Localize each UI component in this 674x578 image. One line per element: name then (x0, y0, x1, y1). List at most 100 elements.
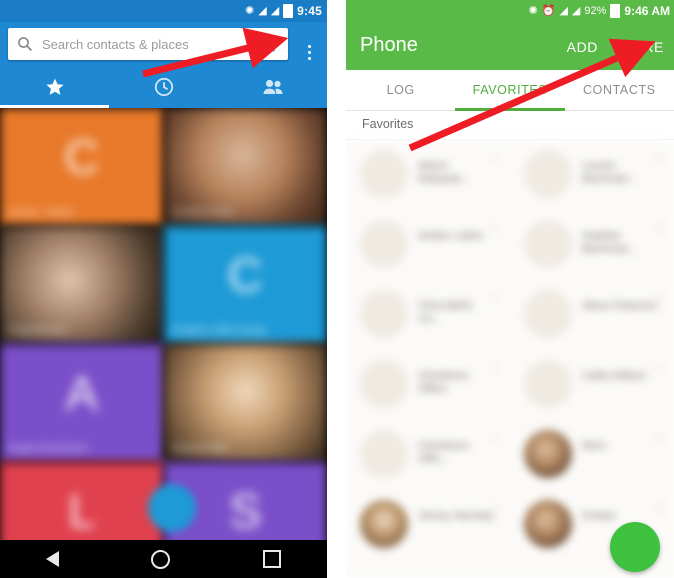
tile-caption: Christina Jones (171, 207, 234, 217)
contact-row: Chris Bell's Ce... ☆ Steve Peterson ☆ (346, 280, 674, 350)
search-icon[interactable] (8, 28, 42, 60)
bluetooth-icon: ✺ (528, 5, 538, 17)
contact-name: Kristen (582, 510, 617, 522)
right-phone-screen: ✺ ⏰ ◢ ◢ 92% 9:46 AM Phone ADD MORE LOG F… (346, 0, 674, 578)
contact-name: Steve Peterson (582, 300, 658, 312)
tile-letter: S (229, 485, 262, 539)
favorites-list: Alison Edwards... ☆ Lauren Bachman... ☆ … (346, 140, 674, 578)
add-button[interactable]: ADD (567, 39, 598, 55)
star-icon[interactable]: ☆ (654, 292, 664, 305)
right-tab-bar: LOG FAVORITES CONTACTS (346, 70, 674, 111)
list-item[interactable]: Christina's Offic... ☆ (346, 420, 510, 490)
avatar (524, 150, 572, 198)
more-button[interactable]: MORE (620, 39, 664, 55)
list-item[interactable]: Christina's Office ☆ (346, 350, 510, 420)
battery-icon (610, 4, 621, 18)
avatar (524, 360, 572, 408)
favorite-tile[interactable]: Amanda Miller (163, 344, 327, 462)
list-item[interactable]: Chris Bell's Ce... ☆ (346, 280, 510, 350)
tile-caption: Craig Morrison (8, 325, 68, 335)
left-phone-screen: ✺ ◢ ◢ 9:45 Search contacts & places C Ca… (0, 0, 327, 578)
tile-letter: C (227, 249, 263, 303)
list-item[interactable]: Cathy Wilson ☆ (510, 350, 674, 420)
tab-recents[interactable] (109, 66, 218, 108)
favorites-section-header: Favorites (346, 111, 674, 140)
left-status-bar: ✺ ◢ ◢ 9:45 (0, 0, 327, 22)
star-icon[interactable]: ☆ (654, 432, 664, 445)
list-item[interactable]: Amber Larkin ☆ (346, 210, 510, 280)
star-icon[interactable]: ☆ (654, 502, 664, 515)
overflow-menu-icon[interactable] (297, 38, 321, 66)
contact-name: Amber Larkin (418, 230, 484, 242)
avatar (524, 220, 572, 268)
star-icon[interactable]: ☆ (490, 362, 500, 375)
tile-letter: C (64, 131, 100, 185)
list-item[interactable]: Alison Edwards... ☆ (346, 140, 510, 210)
list-item[interactable]: Mom ☆ (510, 420, 674, 490)
recents-square-icon[interactable] (262, 550, 281, 568)
right-status-time: 9:46 AM (624, 4, 670, 18)
left-status-time: 9:45 (297, 4, 322, 18)
home-circle-icon[interactable] (151, 549, 171, 569)
left-navigation-bar (0, 540, 327, 578)
right-status-bar: ✺ ⏰ ◢ ◢ 92% 9:46 AM (346, 0, 674, 22)
tile-letter: L (68, 485, 96, 539)
signal-icon: ◢ (270, 5, 280, 17)
favorites-section-label: Favorites (362, 117, 414, 131)
tab-contacts[interactable]: CONTACTS (565, 70, 674, 110)
favorite-tile[interactable]: Christina Jones (163, 108, 327, 226)
favorite-tile[interactable]: C Creighton Office Design (163, 226, 327, 344)
star-icon[interactable]: ☆ (490, 222, 500, 235)
signal-icon: ◢ (571, 5, 581, 17)
tab-favorites[interactable] (0, 66, 109, 108)
contact-row: Christina's Offic... ☆ Mom ☆ (346, 420, 674, 490)
avatar (360, 430, 408, 478)
star-icon[interactable]: ☆ (490, 432, 500, 445)
contact-name: Cathy Wilson (582, 370, 647, 382)
tab-log[interactable]: LOG (346, 70, 455, 110)
star-icon[interactable]: ☆ (654, 362, 664, 375)
wifi-icon: ◢ (559, 5, 568, 17)
favorite-tile[interactable]: Craig Morrison (0, 226, 164, 344)
list-item[interactable]: Lauren Bachman... ☆ (510, 140, 674, 210)
contact-name: Lauren Bachman... (582, 160, 638, 185)
list-item[interactable]: Steve Peterson ☆ (510, 280, 674, 350)
contact-row: Alison Edwards... ☆ Lauren Bachman... ☆ (346, 140, 674, 210)
favorite-tile[interactable]: A Angela Hendrickson (0, 344, 164, 462)
page-title: Phone (360, 34, 418, 56)
star-icon[interactable]: ☆ (490, 292, 500, 305)
star-icon[interactable]: ☆ (654, 152, 664, 165)
avatar (360, 500, 408, 548)
star-icon[interactable]: ☆ (490, 502, 500, 515)
star-icon (45, 78, 64, 95)
avatar (360, 220, 408, 268)
people-icon (263, 79, 282, 94)
left-status-icons: ✺ ◢ ◢ 9:45 (245, 2, 322, 20)
favorite-tile[interactable]: C Carolyn - Mobile (0, 108, 164, 226)
clock-icon (154, 77, 173, 97)
tile-caption: Carolyn - Mobile (8, 207, 74, 217)
right-status-icons: ✺ ⏰ ◢ ◢ 92% 9:46 AM (529, 2, 670, 20)
microphone-icon[interactable] (256, 28, 288, 60)
contact-name: Mom (582, 440, 607, 452)
contact-name: Christina's Offic... (418, 440, 470, 465)
back-triangle-icon[interactable] (46, 551, 60, 567)
contact-row: Christina's Office ☆ Cathy Wilson ☆ (346, 350, 674, 420)
tab-contacts[interactable] (218, 66, 327, 108)
left-search-area: Search contacts & places (0, 22, 327, 66)
favorite-tile[interactable]: L Lois Harper (0, 462, 164, 540)
contact-name: Jimmy Hennley (418, 510, 494, 522)
search-input[interactable]: Search contacts & places (8, 28, 288, 60)
contact-row: Amber Larkin ☆ Heather Bachman... ☆ (346, 210, 674, 280)
tab-favorites[interactable]: FAVORITES (455, 70, 565, 111)
left-dialpad-fab-button[interactable] (148, 484, 196, 532)
star-icon[interactable]: ☆ (654, 222, 664, 235)
star-icon[interactable]: ☆ (490, 152, 500, 165)
list-item[interactable]: Heather Bachman... ☆ (510, 210, 674, 280)
avatar (524, 430, 572, 478)
dialpad-fab-button[interactable] (610, 522, 660, 572)
battery-icon (283, 4, 294, 18)
list-item[interactable]: Jimmy Hennley ☆ (346, 490, 510, 560)
favorites-grid: C Carolyn - Mobile Christina Jones Craig… (0, 108, 327, 540)
tile-caption: Angela Hendrickson (8, 443, 89, 453)
